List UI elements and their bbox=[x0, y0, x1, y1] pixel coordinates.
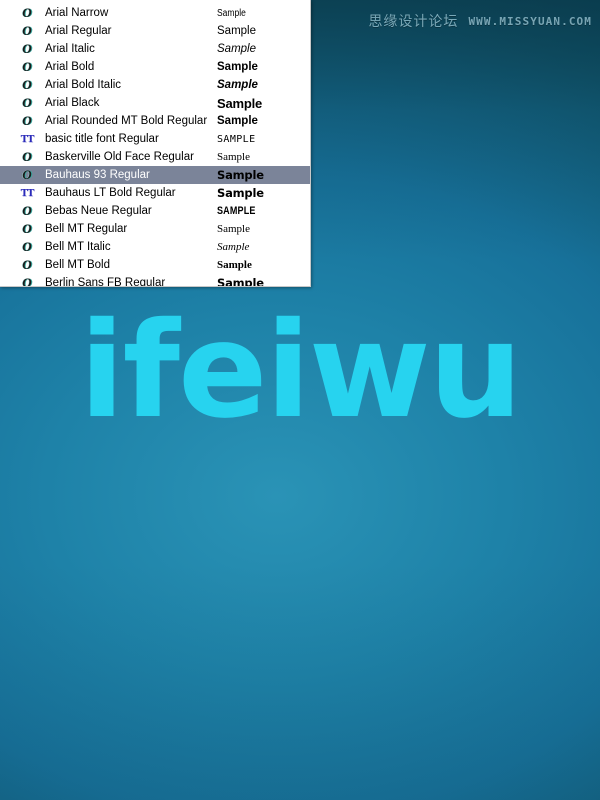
watermark: 思缘设计论坛 WWW.MISSYUAN.COM bbox=[368, 11, 592, 31]
font-name-label: Bauhaus 93 Regular bbox=[45, 169, 150, 181]
watermark-url-text: WWW.MISSYUAN.COM bbox=[468, 14, 592, 28]
opentype-icon: O bbox=[22, 95, 32, 110]
font-sample-preview: Sample bbox=[217, 79, 258, 91]
font-list-item[interactable]: O Arial Bold Sample bbox=[3, 58, 310, 76]
font-sample-preview: Sample bbox=[217, 168, 264, 182]
watermark-chinese-text: 思缘设计论坛 bbox=[368, 14, 459, 30]
font-name-label: Arial Narrow bbox=[45, 7, 109, 19]
font-name-label: Baskerville Old Face Regular bbox=[45, 151, 194, 163]
font-list-item[interactable]: O Arial Black Sample bbox=[3, 94, 310, 112]
font-name-label: Arial Italic bbox=[45, 43, 95, 55]
font-sample-preview: Sample bbox=[217, 276, 264, 287]
font-list-item[interactable]: O Arial Narrow Sample bbox=[3, 4, 310, 22]
font-list-item[interactable]: O Arial Rounded MT Bold Regular Sample bbox=[3, 112, 310, 130]
wordmark-text: ifeiwu bbox=[79, 294, 522, 448]
font-list-panel[interactable]: O Arial Narrow Sample O Arial Regular Sample O… bbox=[0, 0, 311, 287]
font-sample-preview: Sample bbox=[217, 259, 252, 271]
font-name-label: Bauhaus LT Bold Regular bbox=[45, 187, 176, 199]
font-sample-preview: SAMPLE bbox=[217, 205, 256, 217]
font-list-item[interactable]: TT basic title font Regular SAMPLE bbox=[3, 130, 310, 148]
font-list-item[interactable]: O Arial Bold Italic Sample bbox=[3, 76, 310, 94]
font-sample-preview: Sample bbox=[217, 115, 258, 127]
truetype-icon: TT bbox=[20, 187, 35, 199]
opentype-icon: O bbox=[22, 41, 32, 56]
font-name-label: Arial Bold bbox=[45, 61, 95, 73]
font-name-label: Arial Bold Italic bbox=[45, 79, 122, 91]
opentype-icon: O bbox=[22, 5, 32, 20]
font-sample-preview: Sample bbox=[217, 7, 246, 19]
font-sample-preview: Sample bbox=[217, 186, 264, 200]
opentype-icon: O bbox=[22, 23, 32, 38]
font-sample-preview: Sample bbox=[217, 151, 250, 163]
font-list-item[interactable]: O Bebas Neue Regular SAMPLE bbox=[3, 202, 310, 220]
opentype-icon: O bbox=[22, 275, 32, 287]
font-name-label: Bell MT Italic bbox=[45, 241, 111, 253]
font-sample-preview: Sample bbox=[217, 95, 263, 111]
opentype-icon: O bbox=[22, 113, 32, 128]
font-sample-preview: Sample bbox=[217, 25, 256, 37]
font-list-item[interactable]: O Bell MT Italic Sample bbox=[3, 238, 310, 256]
font-name-label: basic title font Regular bbox=[45, 133, 159, 145]
font-name-label: Arial Rounded MT Bold Regular bbox=[45, 115, 208, 127]
font-name-label: Bell MT Bold bbox=[45, 259, 110, 271]
opentype-icon: O bbox=[22, 149, 32, 164]
font-name-label: Arial Black bbox=[45, 97, 100, 109]
font-list-item[interactable]: O Berlin Sans FB Regular Sample bbox=[3, 274, 310, 287]
font-name-label: Bebas Neue Regular bbox=[45, 205, 152, 217]
font-sample-preview: Sample bbox=[217, 223, 250, 235]
font-list-item[interactable]: O Bell MT Bold Sample bbox=[3, 256, 310, 274]
opentype-icon: O bbox=[22, 203, 32, 218]
font-list-item[interactable]: O Arial Regular Sample bbox=[3, 22, 310, 40]
font-sample-preview: Sample bbox=[217, 61, 258, 73]
opentype-icon: O bbox=[22, 239, 32, 254]
font-sample-preview: Sample bbox=[217, 43, 256, 55]
font-name-label: Bell MT Regular bbox=[45, 223, 128, 235]
truetype-icon: TT bbox=[20, 133, 35, 145]
opentype-icon: O bbox=[22, 257, 32, 272]
opentype-icon: O bbox=[22, 167, 32, 182]
opentype-icon: O bbox=[22, 221, 32, 236]
font-list[interactable]: O Arial Narrow Sample O Arial Regular Sample O… bbox=[0, 1, 310, 287]
font-list-item[interactable]: O Arial Italic Sample bbox=[3, 40, 310, 58]
font-name-label: Arial Regular bbox=[45, 25, 112, 37]
font-name-label: Berlin Sans FB Regular bbox=[45, 277, 166, 287]
font-list-item[interactable]: O Baskerville Old Face Regular Sample bbox=[3, 148, 310, 166]
font-list-item[interactable]: O Bell MT Regular Sample bbox=[3, 220, 310, 238]
wordmark-ifeiwu: ifeiwu bbox=[0, 305, 600, 437]
opentype-icon: O bbox=[22, 77, 32, 92]
font-list-item[interactable]: TT Bauhaus LT Bold Regular Sample bbox=[3, 184, 310, 202]
font-sample-preview: Sample bbox=[217, 241, 250, 253]
font-sample-preview: SAMPLE bbox=[217, 133, 256, 145]
opentype-icon: O bbox=[22, 59, 32, 74]
font-list-item[interactable]: O Bauhaus 93 Regular Sample bbox=[0, 166, 310, 184]
